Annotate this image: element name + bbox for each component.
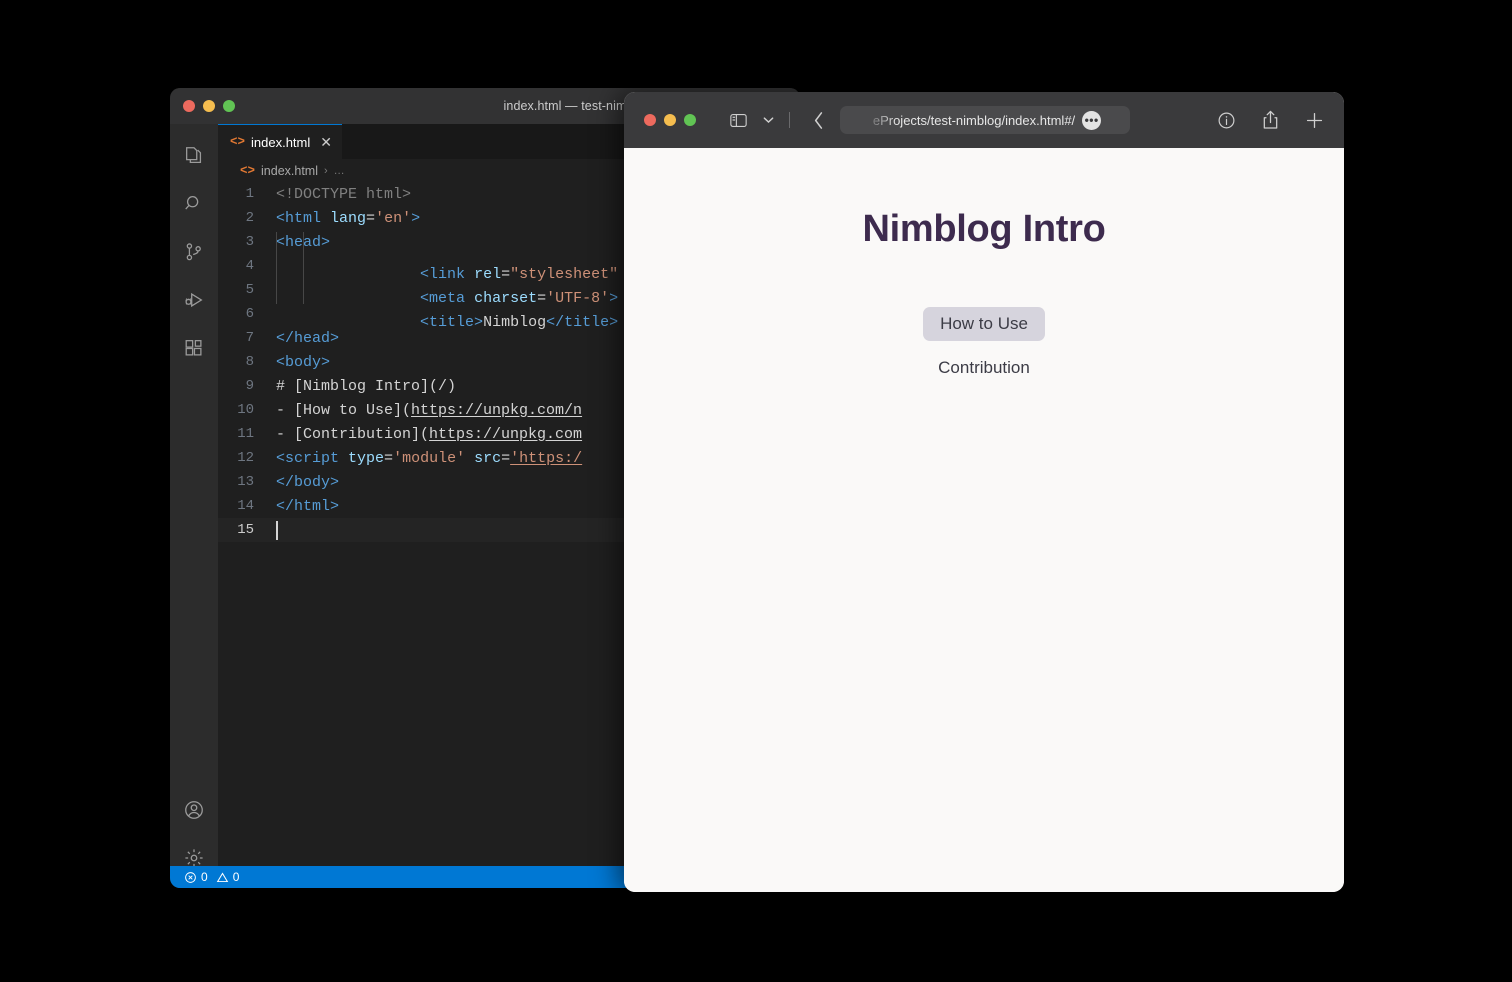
code-token: <body>	[276, 353, 331, 371]
activity-bar	[170, 124, 218, 888]
error-icon	[185, 871, 196, 883]
line-number: 11	[237, 426, 254, 442]
tab-index-html[interactable]: <> index.html ✕	[218, 124, 342, 159]
line-number: 10	[237, 402, 254, 418]
warning-icon	[216, 871, 228, 882]
line-number: 15	[237, 522, 254, 538]
back-button[interactable]	[805, 107, 833, 133]
html-file-icon: <>	[230, 135, 246, 149]
code-token: </head>	[276, 329, 340, 347]
minimize-button[interactable]	[664, 114, 676, 126]
toolbar-divider	[789, 112, 790, 128]
line-number: 14	[237, 498, 254, 514]
chevron-down-icon[interactable]	[754, 107, 782, 133]
code-token: <title>	[420, 314, 484, 331]
sidebar-item-search[interactable]	[170, 180, 218, 228]
breadcrumb-more[interactable]: …	[334, 165, 345, 177]
safari-window: eProjects/test-nimblog/index.html#/ •••	[624, 92, 1344, 892]
nav-item-how-to-use-wrapper: How to Use	[624, 307, 1344, 341]
tab-label: index.html	[251, 134, 311, 150]
screen: index.html — test-nim <> index.html ✕ <>…	[0, 0, 1512, 982]
new-tab-icon[interactable]	[1300, 107, 1328, 133]
line-number: 12	[237, 450, 254, 466]
code-token: <script	[276, 449, 340, 467]
error-count: 0	[201, 870, 208, 884]
line-number: 6	[245, 306, 254, 322]
nav-item-how-to-use[interactable]: How to Use	[923, 307, 1045, 341]
text-cursor	[276, 520, 278, 540]
sidebar-item-run-and-debug[interactable]	[170, 276, 218, 324]
close-button[interactable]	[644, 114, 656, 126]
code-token: </body>	[276, 473, 340, 491]
code-token: >	[411, 209, 421, 227]
info-icon[interactable]	[1212, 107, 1240, 133]
warning-count: 0	[232, 870, 240, 884]
sidebar-controls	[724, 107, 833, 133]
code-token: Nimblog	[483, 314, 547, 331]
code-link[interactable]: https://unpkg.com/n	[411, 402, 582, 419]
url-text: eProjects/test-nimblog/index.html#/	[872, 112, 1076, 128]
code-token: </title>	[546, 314, 619, 331]
safari-toolbar: eProjects/test-nimblog/index.html#/ •••	[624, 92, 1344, 148]
code-token: - [How to Use](	[276, 401, 412, 419]
sidebar-item-extensions[interactable]	[170, 324, 218, 372]
nav-item-contribution[interactable]: Contribution	[624, 358, 1344, 378]
code-link[interactable]: https://unpkg.com	[429, 426, 582, 443]
code-token: <!DOCTYPE html>	[276, 185, 412, 203]
code-token: - [Contribution](	[276, 425, 430, 443]
breadcrumb-file[interactable]: index.html	[261, 164, 318, 178]
line-number: 7	[245, 330, 254, 346]
account-icon[interactable]	[170, 786, 218, 834]
sidebar-item-source-control[interactable]	[170, 228, 218, 276]
breadcrumb-separator: ›	[324, 164, 328, 177]
share-icon[interactable]	[1256, 107, 1284, 133]
code-link[interactable]: 'https:/	[510, 450, 582, 467]
breadcrumb-file-icon: <>	[240, 163, 256, 178]
url-bar[interactable]: eProjects/test-nimblog/index.html#/ •••	[840, 106, 1130, 134]
code-token: =	[366, 209, 376, 227]
line-number: 9	[245, 378, 254, 394]
page-nav-list: How to Use Contribution	[624, 307, 1344, 378]
code-token: <html	[276, 209, 322, 227]
code-token: # [Nimblog Intro](/)	[276, 377, 457, 395]
url-menu-icon[interactable]: •••	[1082, 110, 1102, 130]
code-token: </html>	[276, 497, 340, 515]
safari-traffic-lights	[644, 114, 696, 126]
sidebar-item-explorer[interactable]	[170, 132, 218, 180]
line-number: 5	[245, 282, 254, 298]
line-number: 8	[245, 354, 254, 370]
code-token: 'module'	[393, 449, 466, 467]
close-icon[interactable]: ✕	[320, 135, 332, 149]
line-number: 13	[237, 474, 254, 490]
code-token: 'en'	[375, 209, 412, 227]
code-token: src	[474, 449, 502, 467]
status-problems[interactable]: 0 0	[180, 870, 243, 884]
line-number: 4	[245, 258, 254, 274]
line-number: 1	[245, 186, 254, 202]
safari-toolbar-right	[1212, 92, 1328, 148]
page-title: Nimblog Intro	[862, 208, 1106, 250]
web-page-content: Nimblog Intro How to Use Contribution	[624, 148, 1344, 892]
code-token: type	[348, 449, 385, 467]
line-number: 2	[245, 210, 254, 226]
zoom-button[interactable]	[684, 114, 696, 126]
line-number: 3	[245, 234, 254, 250]
sidebar-toggle-icon[interactable]	[724, 107, 752, 133]
code-token: lang	[330, 209, 367, 227]
